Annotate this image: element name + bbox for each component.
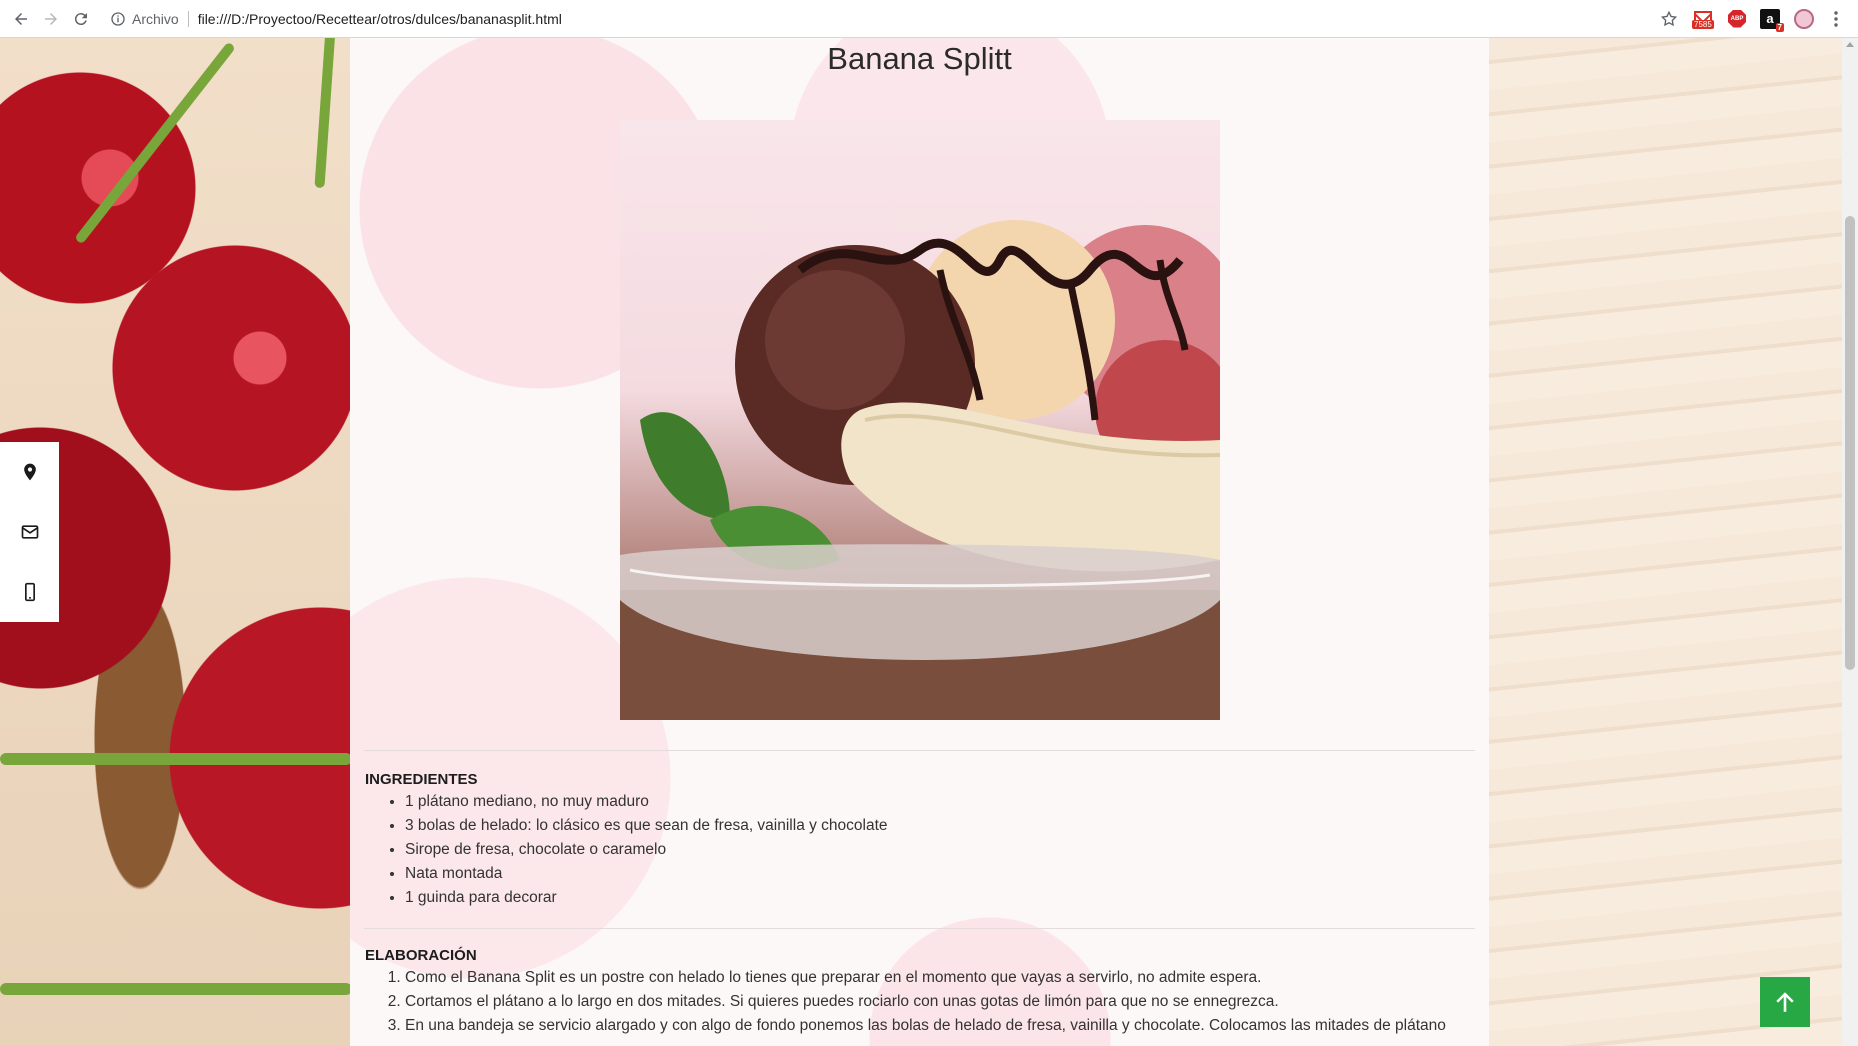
cherry-stem: [0, 983, 352, 995]
scroll-up-arrow[interactable]: [1846, 42, 1854, 47]
page-viewport: Banana Splitt INGREDIENTES • 1 plátano m…: [0, 38, 1842, 1046]
amazon-extension-icon[interactable]: a 7: [1760, 8, 1784, 32]
cherry-stem: [74, 41, 236, 245]
gmail-count-badge: 7585: [1692, 19, 1714, 29]
list-item: 1 guinda para decorar: [405, 886, 888, 910]
list-item: Nata montada: [405, 862, 888, 886]
back-button[interactable]: [6, 4, 36, 34]
scroll-to-top-button[interactable]: [1760, 977, 1810, 1027]
list-item: En una bandeja se servicio alargado y co…: [405, 1014, 1485, 1038]
list-item: Sirope de fresa, chocolate o caramelo: [405, 838, 888, 862]
page-title: Banana Splitt: [827, 41, 1012, 76]
cherry-stem: [314, 38, 336, 189]
amazon-count-badge: 7: [1775, 22, 1784, 32]
info-icon: [111, 11, 125, 26]
steps-list: Como el Banana Split es un postre con he…: [405, 966, 1485, 1038]
list-item: 3 bolas de helado: lo clásico es que sea…: [405, 814, 888, 838]
list-item: Cortamos el plátano a lo largo en dos mi…: [405, 990, 1485, 1014]
arrow-right-icon: [45, 12, 57, 25]
banana-split-illustration: [620, 220, 1220, 720]
list-item: Como el Banana Split es un postre con he…: [405, 966, 1485, 990]
more-vertical-icon: [1834, 10, 1838, 27]
divider: [364, 750, 1475, 751]
reload-icon: [74, 12, 87, 25]
url-text[interactable]: file:///D:/Proyectoo/Recettear/otros/dul…: [198, 11, 562, 27]
reload-button[interactable]: [66, 4, 96, 34]
mobile-phone-icon[interactable]: [20, 582, 40, 602]
arrow-left-icon: [15, 12, 27, 25]
scrollbar-thumb[interactable]: [1845, 216, 1855, 670]
bookmark-star-icon[interactable]: [1660, 10, 1678, 28]
address-bar[interactable]: Archivo file:///D:/Proyectoo/Recettear/o…: [110, 4, 1660, 34]
security-label: Archivo: [132, 10, 179, 27]
address-separator: [187, 10, 189, 27]
recipe-content: Banana Splitt INGREDIENTES • 1 plátano m…: [350, 38, 1489, 1046]
banana-split-photo: [620, 120, 1220, 720]
arrow-up-icon: [1776, 992, 1794, 1012]
page-scrollbar[interactable]: [1842, 38, 1858, 1046]
browser-menu-button[interactable]: [1828, 10, 1844, 28]
envelope-icon[interactable]: [20, 522, 40, 542]
amazon-label: a: [1766, 11, 1774, 26]
list-item: 1 plátano mediano, no muy maduro: [405, 790, 888, 814]
steps-heading: ELABORACIÓN: [365, 947, 477, 964]
adblock-plus-icon[interactable]: ABP: [1728, 9, 1746, 28]
ingredients-heading: INGREDIENTES: [365, 771, 478, 788]
social-sidebar: [0, 442, 59, 622]
divider: [364, 928, 1475, 929]
profile-avatar[interactable]: [1794, 8, 1814, 29]
wood-background: [1489, 38, 1842, 1046]
gmail-extension-icon[interactable]: 7585: [1692, 9, 1714, 29]
map-marker-icon[interactable]: [20, 462, 40, 482]
cherry-stem: [0, 753, 352, 765]
ingredients-list: 1 plátano mediano, no muy maduro 3 bolas…: [405, 790, 888, 910]
browser-toolbar: Archivo file:///D:/Proyectoo/Recettear/o…: [0, 0, 1858, 38]
forward-button[interactable]: [36, 4, 66, 34]
extensions-area: 7585 ABP a 7: [1660, 8, 1844, 32]
